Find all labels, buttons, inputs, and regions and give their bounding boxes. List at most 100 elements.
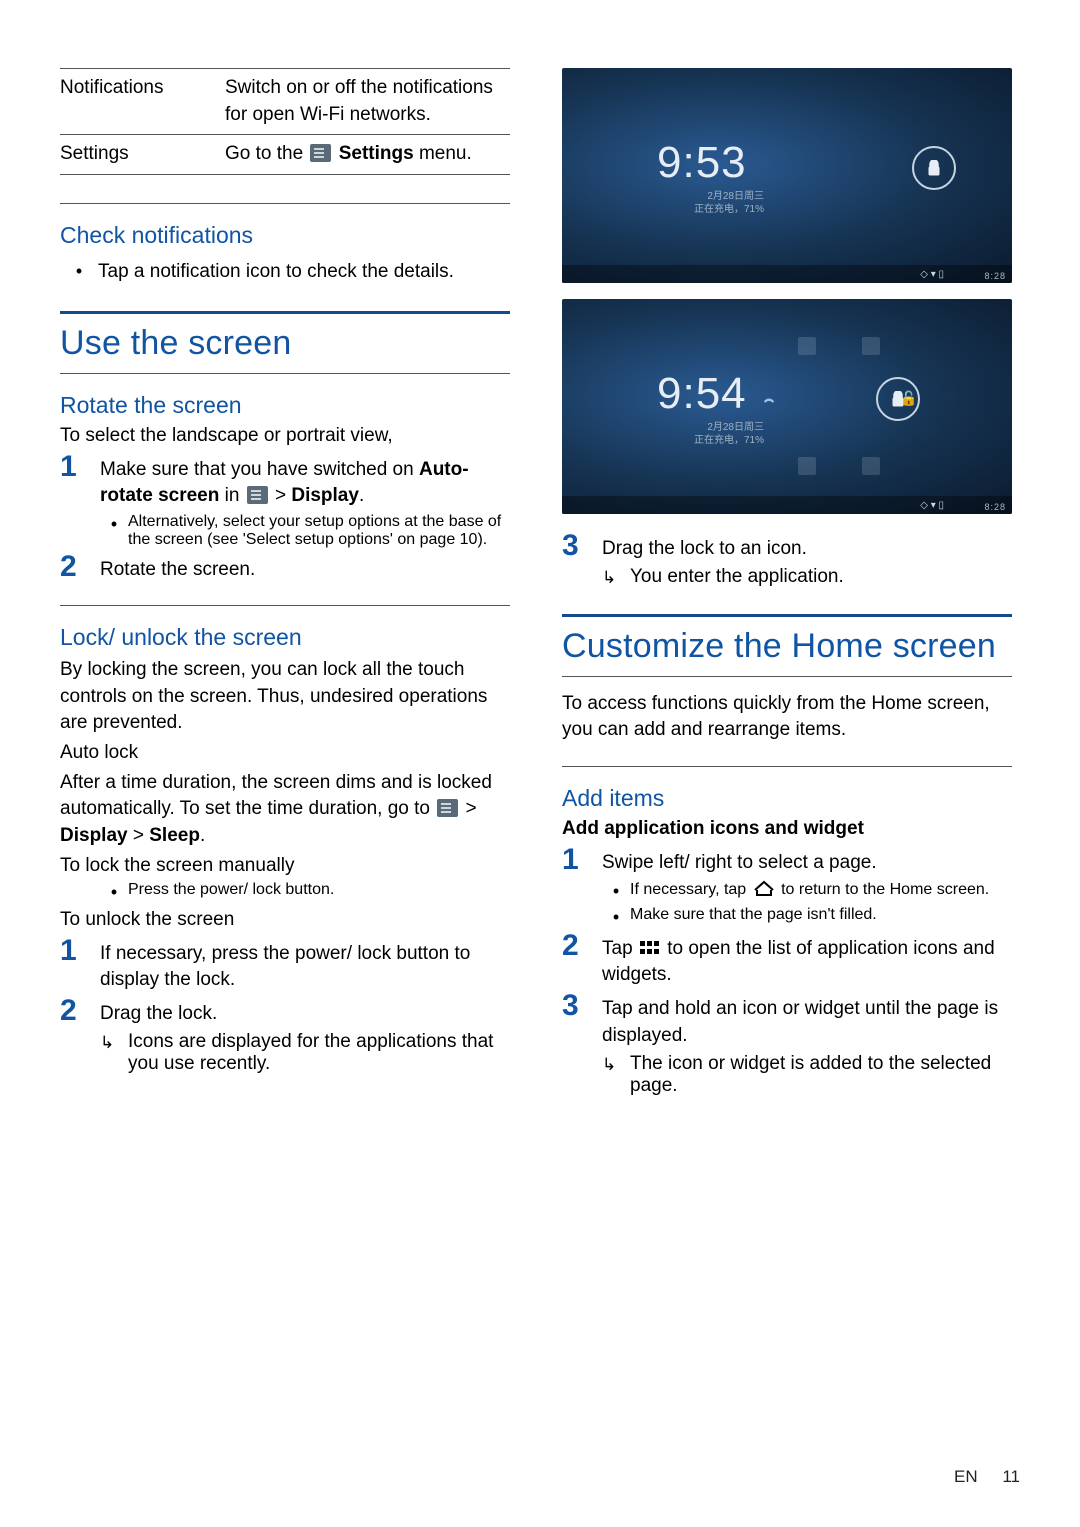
arrow-icon: ↳ — [602, 1053, 630, 1097]
step-list: • Press the power/ lock button. — [60, 881, 510, 903]
rule — [562, 766, 1012, 767]
step-body: Drag the lock to an icon. ↳ You enter th… — [602, 530, 1012, 588]
bullet-text: Press the power/ lock button. — [128, 881, 510, 903]
step-body: Tap to open the list of application icon… — [602, 930, 1012, 988]
app-shortcut-icon[interactable] — [798, 457, 816, 475]
text: Display — [291, 485, 359, 506]
bullet-dot: • — [602, 906, 630, 928]
step-list: 1 Make sure that you have switched on Au… — [60, 451, 510, 584]
cell-desc: Go to the Settings menu. — [225, 135, 510, 174]
section-heading: Add items — [562, 785, 1012, 812]
step: 2 Rotate the screen. — [60, 551, 510, 583]
bullet-text: If necessary, tap to return to the Home … — [630, 880, 1012, 902]
bullet-dot: • — [60, 261, 98, 283]
bullet-text: Alternatively, select your setup options… — [128, 513, 510, 549]
rule-thick — [60, 311, 510, 314]
text: Settings — [333, 143, 413, 164]
footer-page-number: 11 — [1002, 1467, 1020, 1486]
step-number: 2 — [562, 930, 602, 988]
step-text: If necessary, press the power/ lock butt… — [100, 941, 510, 993]
status-icons: ◇ ▾ ▯ — [920, 269, 944, 280]
step-text: Drag the lock. — [100, 1001, 510, 1027]
text: Go to the — [225, 143, 308, 164]
right-column: 9:53 2月28日周三 正在充电，71% ◇ ▾ ▯ 8:28 9:54 2月… — [562, 68, 1012, 1097]
page-footer: EN 11 — [954, 1467, 1020, 1487]
sub-heading: To lock the screen manually — [60, 855, 510, 877]
bullet-dot: • — [100, 513, 128, 549]
step-text: Tap and hold an icon or widget until the… — [602, 996, 1012, 1048]
result-item: ↳ The icon or widget is added to the sel… — [602, 1053, 1012, 1097]
bullet: • Tap a notification icon to check the d… — [60, 261, 510, 283]
step-number: 1 — [60, 935, 100, 993]
footer-lang: EN — [954, 1467, 978, 1486]
sub-bullet: • If necessary, tap to return to the Hom… — [602, 880, 1012, 902]
text: If necessary, tap — [630, 881, 751, 898]
step-number: 3 — [562, 990, 602, 1096]
table-row: Notifications Switch on or off the notif… — [60, 69, 510, 134]
settings-icon — [310, 144, 331, 162]
paragraph: After a time duration, the screen dims a… — [60, 770, 510, 849]
arrow-icon: ↳ — [602, 566, 630, 588]
lockscreen-screenshot-2: 9:54 2月28日周三 正在充电，71% 🔓 ◇ ▾ ▯ 8:28 — [562, 299, 1012, 514]
section-heading: Lock/ unlock the screen — [60, 624, 510, 651]
result-item: ↳ Icons are displayed for the applicatio… — [100, 1031, 510, 1075]
step-list: 1 If necessary, press the power/ lock bu… — [60, 935, 510, 1076]
section-heading: Rotate the screen — [60, 392, 510, 419]
status-time: 8:28 — [984, 502, 1006, 512]
sub-bullet: • Make sure that the page isn't filled. — [602, 906, 1012, 928]
step: 3 Tap and hold an icon or widget until t… — [562, 990, 1012, 1096]
app-shortcut-icon[interactable] — [862, 337, 880, 355]
step-number: 2 — [60, 995, 100, 1075]
unlock-icon[interactable]: 🔓 — [900, 389, 918, 407]
rule — [562, 676, 1012, 677]
step-number: 1 — [60, 451, 100, 549]
sub-heading: To unlock the screen — [60, 909, 510, 931]
bullet-dot: • — [602, 880, 630, 902]
step: 2 Tap to open the list of application ic… — [562, 930, 1012, 988]
app-shortcut-icon[interactable] — [760, 395, 778, 413]
clock-time: 9:54 — [657, 369, 747, 419]
text: 正在充电，71% — [694, 435, 764, 446]
text: to return to the Home screen. — [777, 881, 990, 898]
page-columns: Notifications Switch on or off the notif… — [60, 68, 1020, 1097]
result-text: The icon or widget is added to the selec… — [630, 1053, 1012, 1097]
rule — [60, 203, 510, 204]
cell-label: Settings — [60, 135, 225, 174]
text: Sleep — [149, 825, 200, 846]
table-row: Settings Go to the Settings menu. — [60, 135, 510, 174]
arrow-icon: ↳ — [100, 1031, 128, 1075]
step: 3 Drag the lock to an icon. ↳ You enter … — [562, 530, 1012, 588]
system-bar: ◇ ▾ ▯ 8:28 — [562, 265, 1012, 283]
clock-subtext: 2月28日周三 正在充电，71% — [674, 190, 764, 216]
text: Tap — [602, 938, 638, 959]
sub-heading: Add application icons and widget — [562, 818, 1012, 840]
app-shortcut-icon[interactable] — [798, 337, 816, 355]
lockscreen-screenshot-1: 9:53 2月28日周三 正在充电，71% ◇ ▾ ▯ 8:28 — [562, 68, 1012, 283]
text: . — [359, 485, 364, 506]
step-text: Make sure that you have switched on Auto… — [100, 457, 510, 509]
settings-icon — [437, 799, 458, 817]
rule — [60, 605, 510, 606]
step-list: 1 Swipe left/ right to select a page. • … — [562, 844, 1012, 1097]
step-body: Rotate the screen. — [100, 551, 510, 583]
rule-thick — [562, 614, 1012, 617]
rule — [60, 373, 510, 374]
step-body: Make sure that you have switched on Auto… — [100, 451, 510, 549]
app-shortcut-icon[interactable] — [862, 457, 880, 475]
home-icon — [753, 880, 775, 901]
lead-text: To select the landscape or portrait view… — [60, 425, 510, 447]
lock-ring[interactable] — [912, 146, 956, 190]
step-body: If necessary, press the power/ lock butt… — [100, 935, 510, 993]
paragraph: To access functions quickly from the Hom… — [562, 691, 1012, 743]
settings-table: Notifications Switch on or off the notif… — [60, 69, 510, 175]
section-heading: Check notifications — [60, 222, 510, 249]
system-bar: ◇ ▾ ▯ 8:28 — [562, 496, 1012, 514]
text: to open the list of application icons an… — [602, 938, 995, 985]
clock-time: 9:53 — [657, 138, 747, 188]
step-text: Tap to open the list of application icon… — [602, 936, 1012, 988]
sub-heading: Auto lock — [60, 742, 510, 764]
text: . — [200, 825, 205, 846]
h1-heading: Customize the Home screen — [562, 627, 1012, 666]
text: in — [219, 485, 244, 506]
cell-desc: Switch on or off the notifications for o… — [225, 69, 510, 134]
